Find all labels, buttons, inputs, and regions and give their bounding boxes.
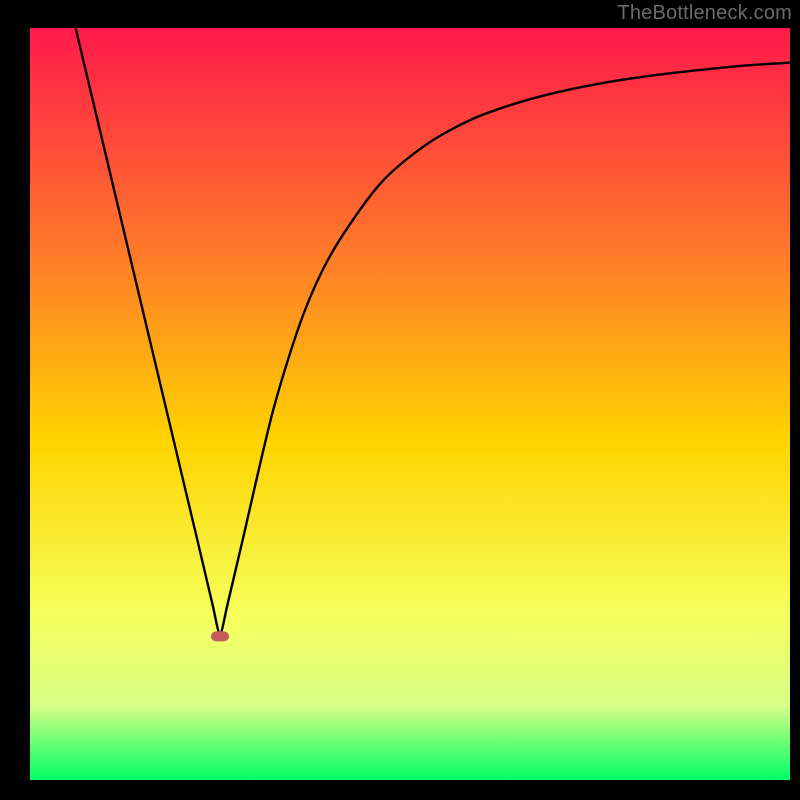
minimum-marker [211,631,229,641]
bottleneck-curve-chart [0,0,800,800]
gradient-background [30,28,790,780]
attribution-label: TheBottleneck.com [617,2,792,25]
chart-container: TheBottleneck.com [0,0,800,800]
